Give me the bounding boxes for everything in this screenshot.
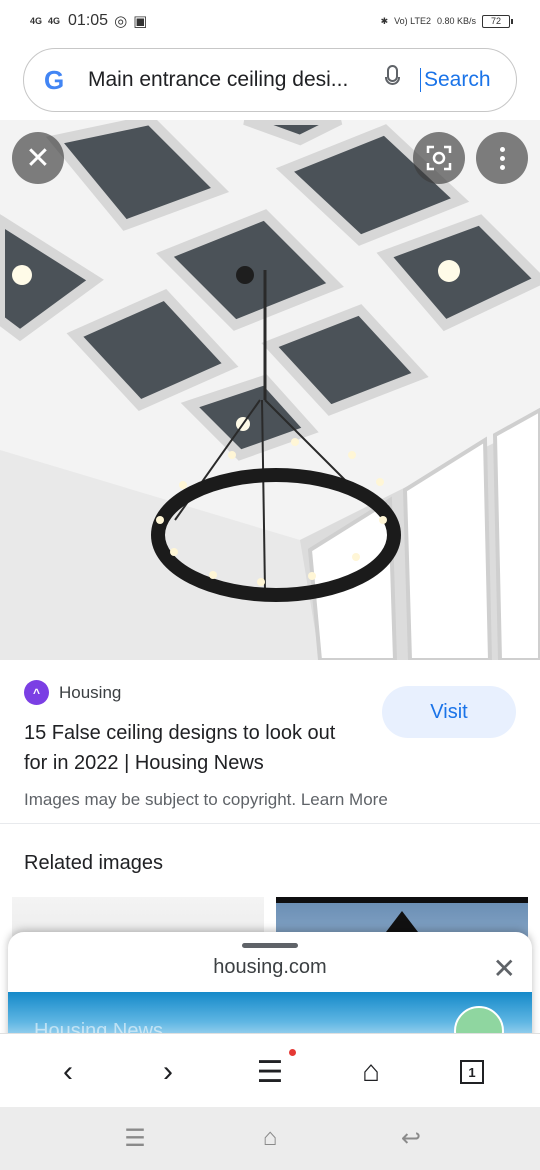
home-button[interactable]: ⌂ <box>351 1052 391 1092</box>
system-home-button[interactable]: ⌂ <box>252 1123 288 1153</box>
bluetooth-icon: ✱ <box>380 15 389 26</box>
menu-icon: ☰ <box>256 1055 284 1089</box>
network-indicator-2: 4G <box>48 15 61 26</box>
chevron-left-icon: ‹ <box>63 1055 73 1088</box>
network-indicator-1: 4G <box>30 15 43 26</box>
system-home-icon: ⌂ <box>262 1124 278 1151</box>
tabs-button[interactable]: 1 <box>452 1052 492 1092</box>
home-icon: ⌂ <box>361 1055 381 1088</box>
tabs-count-icon: 1 <box>460 1060 484 1084</box>
system-menu-icon: ☰ <box>124 1124 146 1152</box>
clock: 01:05 <box>68 12 109 29</box>
close-icon: ✕ <box>25 141 51 175</box>
system-back-icon: ↩ <box>400 1124 422 1152</box>
volte-indicator: Vo) LTE2 <box>394 16 431 26</box>
lens-search-button[interactable] <box>413 132 465 184</box>
forward-button[interactable]: › <box>148 1052 188 1092</box>
site-url: housing.com <box>213 956 327 978</box>
network-speed: 0.80 KB/s <box>436 16 476 26</box>
main-image[interactable]: ✕ <box>0 120 540 660</box>
notification-icon: ▣ <box>133 13 148 30</box>
close-icon: ✕ <box>492 953 516 984</box>
source-name[interactable]: Housing <box>59 683 121 703</box>
google-logo-icon: G <box>44 64 65 95</box>
status-right: ✱ Vo) LTE2 0.80 KB/s 72 <box>380 14 513 28</box>
search-button[interactable]: Search <box>420 68 491 92</box>
status-bar: 4G 4G 01:05 ◎ ▣ ✱ Vo) LTE2 0.80 KB/s 72 <box>0 0 540 42</box>
search-bar[interactable]: G Main entrance ceiling desi... Search <box>23 48 517 112</box>
sheet-close-button[interactable]: ✕ <box>493 952 516 985</box>
more-options-button[interactable] <box>476 132 528 184</box>
microphone-icon[interactable] <box>382 65 402 95</box>
system-menu-button[interactable]: ☰ <box>117 1123 153 1153</box>
related-images-heading: Related images <box>24 852 163 874</box>
result-title[interactable]: 15 False ceiling designs to look out for… <box>24 718 354 778</box>
system-nav-bar: ☰ ⌂ ↩ <box>0 1107 540 1170</box>
visit-button[interactable]: Visit <box>382 686 516 738</box>
copyright-notice[interactable]: Images may be subject to copyright. Lear… <box>24 790 388 810</box>
menu-button[interactable]: ☰ <box>250 1052 290 1092</box>
google-lens-icon <box>426 145 452 171</box>
back-button[interactable]: ‹ <box>48 1052 88 1092</box>
status-left: 4G 4G 01:05 ◎ ▣ <box>30 12 147 30</box>
whatsapp-icon: ◎ <box>114 13 128 30</box>
source-row[interactable]: ^ Housing <box>24 680 121 705</box>
search-input[interactable]: Main entrance ceiling desi... <box>88 68 368 92</box>
drag-handle[interactable] <box>242 943 298 948</box>
more-vert-icon <box>499 146 505 152</box>
result-info: ^ Housing 15 False ceiling designs to lo… <box>0 660 540 824</box>
notification-dot <box>289 1049 296 1056</box>
housing-logo-icon: ^ <box>24 680 49 705</box>
system-back-button[interactable]: ↩ <box>393 1123 429 1153</box>
browser-nav-bar: ‹ › ☰ ⌂ 1 <box>0 1033 540 1107</box>
chevron-right-icon: › <box>163 1055 173 1088</box>
close-button[interactable]: ✕ <box>12 132 64 184</box>
battery-icon: 72 <box>482 14 513 28</box>
ceiling-image-illustration <box>0 120 540 660</box>
